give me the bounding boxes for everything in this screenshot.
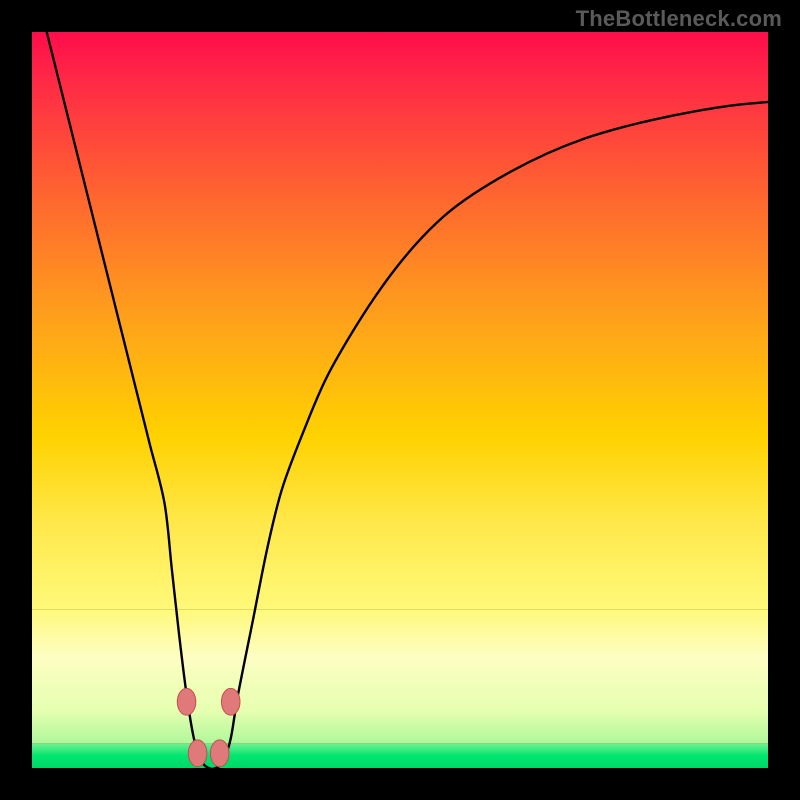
chart-frame: TheBottleneck.com bbox=[0, 0, 800, 800]
plot-area bbox=[32, 32, 768, 768]
watermark-label: TheBottleneck.com bbox=[576, 6, 782, 32]
chart-markers bbox=[32, 32, 768, 768]
